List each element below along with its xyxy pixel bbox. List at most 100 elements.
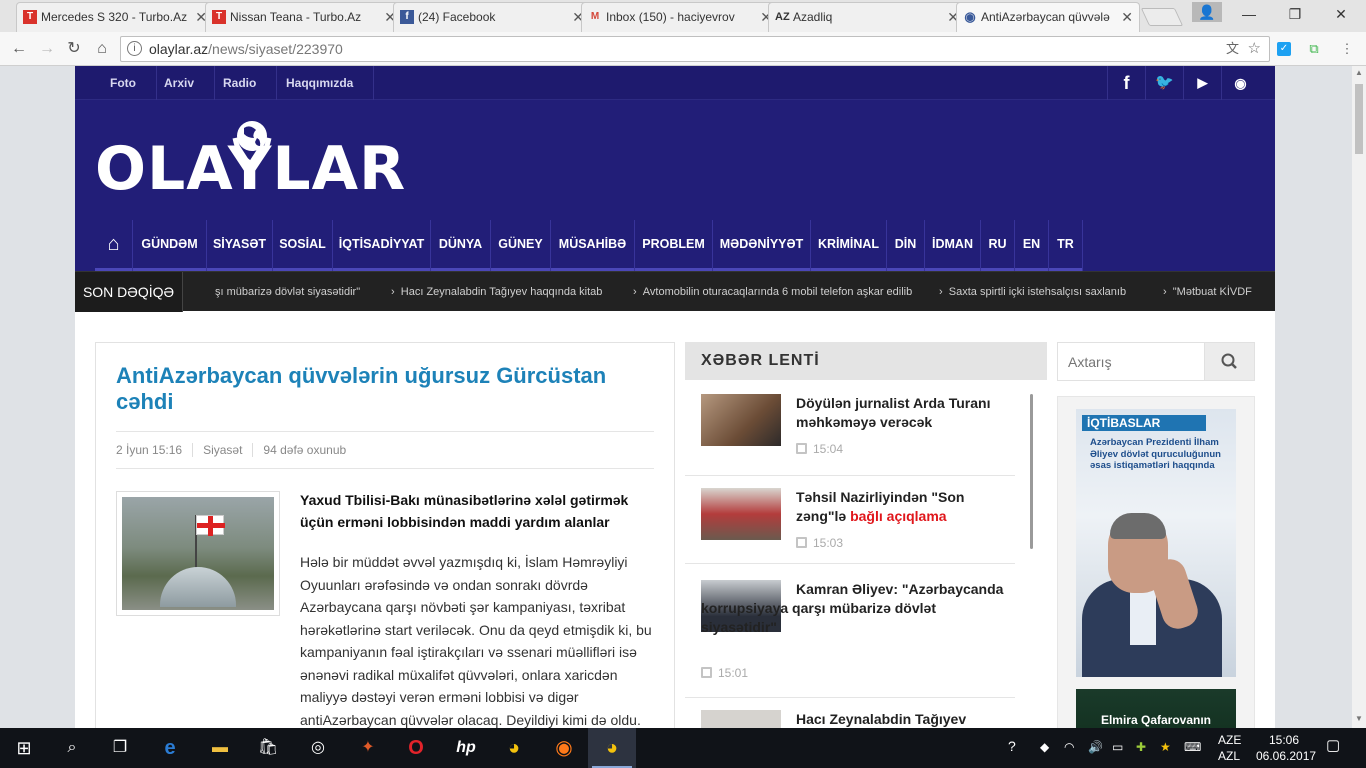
browser-tab-active[interactable]: ◉ AntiAzərbaycan qüvvələ ✕: [956, 2, 1140, 33]
news-thumbnail: [701, 488, 781, 540]
nav-medeniyyet[interactable]: MƏDƏNİYYƏT: [713, 220, 811, 271]
extension-icon[interactable]: ✓: [1277, 42, 1291, 56]
ticker-item[interactable]: › Hacı Zeynalabdin Tağıyev haqqında kita…: [391, 272, 602, 312]
facebook-icon[interactable]: f: [1107, 66, 1145, 100]
news-thumbnail: [701, 394, 781, 446]
ticker-item[interactable]: › Saxta spirtli içki istehsalçısı saxlan…: [939, 272, 1126, 312]
opera-icon[interactable]: O: [392, 728, 440, 768]
firefox-icon[interactable]: ◉: [540, 728, 588, 768]
browser-tab[interactable]: AZ Azadliq ✕: [768, 2, 966, 32]
news-item[interactable]: Kamran Əliyev: "Azərbaycanda korrupsiyay…: [685, 580, 1015, 698]
edge-icon[interactable]: e: [146, 728, 194, 768]
media-icon[interactable]: ◎: [294, 728, 342, 768]
nav-kriminal[interactable]: KRİMİNAL: [811, 220, 887, 271]
dropbox-icon[interactable]: ◆: [1040, 739, 1049, 755]
promo-banner[interactable]: Elmira Qafarovanın: [1076, 689, 1236, 728]
extension-icon[interactable]: ⧉: [1305, 40, 1323, 58]
volume-icon[interactable]: 🔊: [1088, 739, 1103, 755]
star-icon[interactable]: ☆: [1248, 37, 1261, 61]
scrollbar-thumb[interactable]: [1355, 84, 1363, 154]
quotes-banner[interactable]: İQTİBASLAR Azərbaycan Prezidenti İlham Ə…: [1076, 409, 1236, 677]
nav-musahibe[interactable]: MÜSAHİBƏ: [551, 220, 635, 271]
browser-tab[interactable]: f (24) Facebook ✕: [393, 2, 591, 32]
ticker-item[interactable]: › Avtomobilin oturacaqlarında 6 mobil te…: [633, 272, 912, 312]
ticker-item[interactable]: › "Mətbuat KİVDF: [1163, 272, 1252, 312]
browser-tab[interactable]: M Inbox (150) - haciyevrov ✕: [581, 2, 779, 32]
nav-iqtisadiyyat[interactable]: İQTİSADİYYAT: [333, 220, 431, 271]
language-indicator[interactable]: AZE AZL: [1218, 732, 1241, 764]
news-title[interactable]: Hacı Zeynalabdin Tağıyev: [796, 710, 1006, 728]
search-input[interactable]: [1058, 343, 1204, 380]
keyboard-icon[interactable]: ⌨: [1184, 739, 1201, 755]
nav-tr[interactable]: TR: [1049, 220, 1083, 271]
update-icon[interactable]: ✚: [1136, 739, 1146, 755]
nav-idman[interactable]: İDMAN: [925, 220, 981, 271]
article-date: 2 İyun 15:16: [116, 443, 194, 457]
close-window-button[interactable]: ✕: [1318, 0, 1364, 28]
notifications-icon[interactable]: ▢: [1326, 738, 1340, 754]
search-button[interactable]: [1204, 343, 1254, 380]
news-item[interactable]: Hacı Zeynalabdin Tağıyev: [685, 710, 1015, 728]
news-title[interactable]: Kamran Əliyev: "Azərbaycanda korrupsiyay…: [701, 580, 1013, 637]
search-icon[interactable]: ⌕: [48, 728, 96, 768]
twitter-icon[interactable]: 🐦: [1145, 66, 1183, 100]
flag-icon: [196, 515, 225, 536]
reload-icon[interactable]: ↻: [63, 38, 85, 60]
address-bar[interactable]: i olaylar.az/news/siyaset/223970 文 ☆: [120, 36, 1270, 62]
minimize-button[interactable]: —: [1226, 0, 1272, 28]
nav-sosial[interactable]: SOSİAL: [273, 220, 333, 271]
nav-din[interactable]: DİN: [887, 220, 925, 271]
tab-title: (24) Facebook: [418, 10, 496, 24]
news-item[interactable]: Təhsil Nazirliyindən "Son zəng"lə bağlı …: [685, 488, 1015, 564]
security-icon[interactable]: ★: [1160, 739, 1171, 755]
battery-icon[interactable]: ▭: [1112, 739, 1123, 755]
new-tab-button[interactable]: [1140, 8, 1184, 26]
nav-gundem[interactable]: GÜNDƏM: [133, 220, 207, 271]
translate-icon[interactable]: 文: [1226, 37, 1239, 61]
task-view-icon[interactable]: ❐: [96, 728, 144, 768]
wifi-icon[interactable]: ◠: [1064, 739, 1074, 755]
maximize-button[interactable]: ❐: [1272, 0, 1318, 28]
news-title[interactable]: Döyülən jurnalist Arda Turanı məhkəməyə …: [796, 394, 1006, 432]
news-time: 15:04: [796, 442, 843, 456]
ticker-item[interactable]: şı mübarizə dövlət siyasətidir": [215, 272, 360, 312]
son-deqiqe-label: SON DƏQİQƏ: [75, 272, 183, 312]
hp-icon[interactable]: hp: [442, 728, 490, 768]
store-icon[interactable]: 🛍: [244, 728, 292, 768]
help-icon[interactable]: ?: [1008, 738, 1016, 754]
browser-tab[interactable]: T Nissan Teana - Turbo.Az ✕: [205, 2, 403, 32]
close-icon[interactable]: ✕: [1121, 3, 1133, 31]
article-body: Hələ bir müddət əvvəl yazmışdıq ki, İsla…: [116, 551, 656, 728]
feed-scrollbar[interactable]: [1030, 394, 1033, 549]
nav-guney[interactable]: GÜNEY: [491, 220, 551, 271]
nav-problem[interactable]: PROBLEM: [635, 220, 713, 271]
search-box: [1057, 342, 1255, 381]
chrome-icon[interactable]: ◕: [490, 728, 538, 768]
article-category[interactable]: Siyasət: [203, 443, 254, 457]
nav-ru[interactable]: RU: [981, 220, 1015, 271]
scroll-down-icon[interactable]: ▼: [1355, 714, 1363, 723]
news-title[interactable]: Təhsil Nazirliyindən "Son zəng"lə bağlı …: [796, 488, 1006, 526]
chrome-active-icon[interactable]: ◕: [588, 728, 636, 768]
menu-icon[interactable]: ⋮: [1338, 40, 1356, 58]
top-link-haqqimizda[interactable]: Haqqımızda: [266, 66, 375, 100]
nav-siyaset[interactable]: SİYASƏT: [207, 220, 273, 271]
windows-start-icon[interactable]: ⊞: [0, 728, 48, 768]
back-icon[interactable]: ←: [8, 38, 30, 60]
clock[interactable]: 15:06 06.06.2017: [1256, 732, 1316, 764]
scroll-up-icon[interactable]: ▲: [1355, 68, 1363, 77]
rss-icon[interactable]: ◉: [1221, 66, 1259, 100]
file-explorer-icon[interactable]: ▬: [196, 728, 244, 768]
home-icon[interactable]: ⌂: [91, 38, 113, 60]
home-icon[interactable]: ⌂: [95, 220, 133, 271]
info-icon[interactable]: i: [127, 41, 142, 56]
app-icon[interactable]: ✦: [344, 728, 392, 768]
forward-icon[interactable]: →: [36, 38, 58, 60]
profile-icon[interactable]: 👤: [1192, 2, 1222, 22]
nav-dunya[interactable]: DÜNYA: [431, 220, 491, 271]
browser-tab[interactable]: T Mercedes S 320 - Turbo.Az ✕: [16, 2, 214, 32]
nav-en[interactable]: EN: [1015, 220, 1049, 271]
youtube-icon[interactable]: ▶: [1183, 66, 1221, 100]
news-item[interactable]: Döyülən jurnalist Arda Turanı məhkəməyə …: [685, 394, 1015, 476]
page-scrollbar[interactable]: ▲ ▼: [1352, 66, 1366, 728]
